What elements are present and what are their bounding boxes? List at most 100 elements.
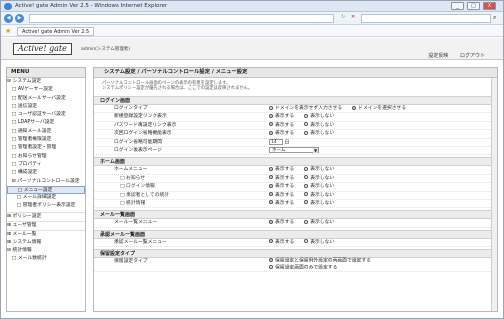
radio-option[interactable]: ドメインを表示せず入力させる: [269, 105, 342, 111]
sidebar-item[interactable]: ⊟ パーソナルコントロール設定: [7, 178, 85, 186]
breadcrumb: システム設定 / パーソナルコントロール設定 / メニュー設定: [94, 68, 497, 78]
setting-value: 保留設定と保留例外設定の両画面で設定する 保留設定画面のみで設定する: [269, 258, 381, 271]
radio-button[interactable]: [269, 175, 273, 180]
radio-label: 表示する: [275, 200, 295, 206]
maximize-button[interactable]: □: [467, 2, 480, 10]
search-input[interactable]: [361, 14, 491, 23]
radio-button[interactable]: [269, 258, 273, 263]
radio-button[interactable]: [269, 130, 273, 135]
sidebar-item[interactable]: □ メール詳細設定: [7, 194, 85, 202]
sidebar-item[interactable]: □ 配送メールサーバ設定: [7, 95, 85, 103]
radio-option[interactable]: 表示する: [269, 192, 294, 198]
radio-option[interactable]: 保留設定画面のみで設定する: [269, 264, 371, 272]
radio-option[interactable]: 表示しない: [304, 192, 334, 198]
stop-icon[interactable]: ✕: [351, 14, 355, 20]
radio-button[interactable]: [269, 183, 273, 188]
radio-button[interactable]: [269, 122, 273, 127]
radio-button[interactable]: [269, 113, 273, 118]
setting-label: □ 統計情報: [120, 200, 146, 206]
radio-button[interactable]: [304, 122, 309, 127]
radio-option[interactable]: 表示しない: [304, 113, 334, 119]
radio-button[interactable]: [304, 113, 309, 118]
radio-option[interactable]: 表示する: [269, 113, 294, 119]
radio-option[interactable]: ドメインを選択させる: [352, 105, 406, 111]
radio-button[interactable]: [269, 200, 273, 205]
radio-button[interactable]: [304, 200, 309, 205]
radio-option[interactable]: 表示する: [269, 200, 295, 206]
favorites-star-icon[interactable]: ★: [5, 27, 11, 35]
radio-option[interactable]: 表示する: [269, 239, 295, 245]
sidebar-item[interactable]: ⊟ システム設定: [7, 78, 85, 86]
search-icon[interactable]: ⌕: [493, 14, 496, 22]
radio-option[interactable]: 表示する: [269, 130, 294, 136]
days-input[interactable]: 14: [269, 138, 283, 145]
setting-value: 表示する 表示しない: [269, 122, 344, 130]
radio-option[interactable]: 表示する: [269, 166, 294, 172]
radio-button[interactable]: [269, 264, 273, 269]
radio-button[interactable]: [304, 166, 309, 171]
url-field[interactable]: [29, 14, 334, 23]
radio-option[interactable]: 表示しない: [304, 175, 334, 181]
section-header: ホーム画面: [94, 157, 497, 167]
browser-tab[interactable]: Active! gate Admin Ver 2.5: [17, 27, 95, 36]
chevron-down-icon[interactable]: ▼: [313, 147, 318, 153]
apply-settings-link[interactable]: 設定反映: [428, 53, 448, 59]
setting-row: ログイン省略可能期間 14 日: [94, 138, 497, 147]
radio-option[interactable]: 表示しない: [304, 166, 334, 172]
radio-option[interactable]: 表示する: [269, 183, 294, 189]
sidebar-item[interactable]: □ メール数統計: [7, 255, 85, 263]
radio-button[interactable]: [304, 219, 309, 224]
radio-button[interactable]: [304, 192, 309, 197]
refresh-icon[interactable]: ↻: [341, 14, 345, 20]
radio-button[interactable]: [304, 175, 309, 180]
close-button[interactable]: X: [483, 2, 496, 10]
setting-label: メール一覧メニュー: [114, 220, 158, 226]
radio-button[interactable]: [269, 192, 273, 197]
radio-option[interactable]: 表示しない: [304, 219, 334, 225]
sidebar-item[interactable]: □ 構成設定: [7, 169, 85, 177]
radio-button[interactable]: [269, 219, 273, 224]
sidebar-item[interactable]: □ 管理者ポリシー表示設定: [7, 202, 85, 210]
minimize-button[interactable]: _: [451, 2, 464, 10]
radio-option[interactable]: 表示しない: [304, 130, 334, 136]
page-select[interactable]: ホーム ▼: [269, 146, 319, 153]
sidebar-item[interactable]: □ 送信設定: [7, 103, 85, 111]
radio-button[interactable]: [304, 130, 309, 135]
radio-option[interactable]: 表示する: [269, 122, 294, 128]
radio-button[interactable]: [269, 105, 273, 110]
scrollbar[interactable]: [491, 78, 497, 311]
sidebar-item[interactable]: □ プロパティ: [7, 161, 85, 169]
sidebar-item[interactable]: □ LDAPサーバ設定: [7, 119, 85, 127]
radio-option[interactable]: 表示する: [269, 175, 294, 181]
window-title: Active! gate Admin Ver 2.5 - Windows Int…: [15, 3, 168, 9]
radio-button[interactable]: [304, 239, 309, 244]
select-value: ホーム: [272, 147, 286, 153]
sidebar-item[interactable]: ⊞ ポリシー設定: [7, 211, 85, 220]
sidebar-item[interactable]: ⊞ メール一覧: [7, 230, 85, 238]
sidebar-item[interactable]: ⊞ システム情報: [7, 239, 85, 247]
radio-option[interactable]: 表示しない: [304, 200, 334, 206]
radio-label: 表示する: [275, 239, 295, 245]
radio-button[interactable]: [352, 105, 357, 110]
back-icon[interactable]: ◀: [4, 14, 13, 23]
logout-link[interactable]: ログアウト: [460, 53, 485, 59]
radio-option[interactable]: 表示しない: [304, 183, 334, 189]
forward-icon[interactable]: ▶: [15, 14, 24, 23]
radio-button[interactable]: [269, 166, 273, 171]
sidebar-item[interactable]: ⊟ 統計情報: [7, 247, 85, 255]
sidebar-item[interactable]: □ ユーザ認証サーバ設定: [7, 111, 85, 119]
sidebar-item[interactable]: □ AVゲーサー設定: [7, 86, 85, 94]
setting-label: 次回ログイン省略機能表示: [114, 131, 172, 137]
radio-button[interactable]: [304, 183, 309, 188]
sidebar-item[interactable]: □ 管理者設定・管理: [7, 144, 85, 152]
radio-option[interactable]: 表示する: [269, 219, 294, 225]
radio-button[interactable]: [269, 239, 273, 244]
sidebar-item[interactable]: ⊞ ユーザ管理: [7, 221, 85, 229]
radio-option[interactable]: 表示しない: [304, 239, 334, 245]
radio-option[interactable]: 保留設定と保留例外設定の両画面で設定する: [269, 258, 371, 265]
sidebar-item[interactable]: □ 管理者権限設定: [7, 136, 85, 144]
sidebar-item[interactable]: □ お知らせ管理: [7, 153, 85, 161]
sidebar-item[interactable]: □ 通知メール設定: [7, 128, 85, 136]
radio-option[interactable]: 表示しない: [304, 122, 334, 128]
sidebar-item[interactable]: □ メニュー設定: [7, 185, 85, 195]
